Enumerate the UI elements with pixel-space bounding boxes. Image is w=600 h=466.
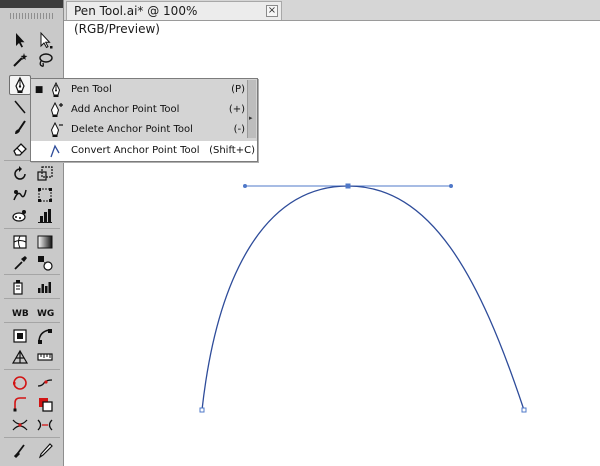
menu-item-add-anchor-point-tool[interactable]: Add Anchor Point Tool (+) — [31, 100, 247, 120]
reshape-tool-icon[interactable] — [9, 394, 31, 414]
menu-item-delete-anchor-point-tool[interactable]: Delete Anchor Point Tool (-) — [31, 120, 247, 140]
selected-marker: ■ — [34, 85, 44, 95]
anchor-point-start[interactable] — [199, 407, 205, 413]
bezier-path[interactable] — [201, 185, 525, 411]
menu-item-convert-anchor-point-tool[interactable]: Convert Anchor Point Tool (Shift+C) — [31, 141, 257, 161]
tools-panel: WB WG — [0, 0, 64, 466]
scissors-tool-icon[interactable] — [9, 441, 31, 461]
tools-panel-header[interactable] — [0, 0, 63, 8]
blend-tool-icon[interactable] — [34, 253, 56, 273]
document-tab[interactable]: Pen Tool.ai* @ 100% (RGB/Preview) × — [66, 1, 282, 36]
menu-item-label: Convert Anchor Point Tool — [71, 145, 200, 156]
pen-tool-flyout-menu: ■ Pen Tool (P) Add Anchor Point Tool (+)… — [30, 78, 258, 162]
svg-text:WG: WG — [37, 309, 54, 319]
convert-anchor-point-icon — [50, 144, 60, 158]
menu-item-label: Add Anchor Point Tool — [71, 104, 180, 115]
menu-item-shortcut: (+) — [228, 104, 245, 115]
line-tool-icon[interactable] — [9, 97, 31, 117]
tools-separator — [4, 274, 60, 275]
rotate-tool-icon[interactable] — [9, 164, 31, 184]
menu-item-label: Pen Tool — [71, 84, 112, 95]
tools-separator — [4, 369, 60, 370]
anchor-point-apex[interactable] — [345, 183, 351, 189]
graph-tool-icon[interactable] — [34, 206, 56, 226]
svg-text:WB: WB — [12, 309, 29, 319]
selection-tool-icon[interactable] — [9, 30, 31, 50]
tools-panel-grip[interactable] — [10, 13, 54, 19]
add-anchor-point-icon — [50, 102, 63, 117]
pen-tool-icon[interactable] — [9, 75, 31, 95]
handle-point-left[interactable] — [243, 184, 247, 188]
menu-item-pen-tool[interactable]: ■ Pen Tool (P) — [31, 80, 247, 100]
menu-item-shortcut: (P) — [231, 84, 245, 95]
free-transform-tool-icon[interactable] — [34, 185, 56, 205]
anchor-point-end[interactable] — [521, 407, 527, 413]
direct-selection-tool-icon[interactable] — [34, 30, 56, 50]
menu-item-shortcut: (Shift+C) — [209, 145, 255, 156]
shape-builder-tool-icon[interactable] — [9, 373, 31, 393]
tools-separator — [4, 437, 60, 438]
symbol-sprayer-tool-icon[interactable] — [9, 206, 31, 226]
tools-separator — [4, 298, 60, 299]
width-blob-tool-icon[interactable]: WB — [9, 302, 31, 322]
tearoff-bar[interactable]: ▸ — [247, 80, 256, 138]
measure-tool-icon[interactable] — [34, 347, 56, 367]
join-tool-icon[interactable] — [9, 415, 31, 435]
eraser-tool-icon[interactable] — [9, 139, 31, 159]
width-graph-tool-icon[interactable]: WG — [34, 302, 56, 322]
menu-item-label: Delete Anchor Point Tool — [71, 124, 193, 135]
delete-anchor-point-icon — [50, 122, 63, 137]
tools-separator — [4, 322, 60, 323]
slice-tool-icon[interactable] — [34, 326, 56, 346]
lasso-tool-icon[interactable] — [34, 50, 56, 70]
close-icon[interactable]: × — [266, 5, 278, 17]
mesh-tool-icon[interactable] — [9, 232, 31, 252]
eyedropper-tool-icon[interactable] — [9, 253, 31, 273]
magic-wand-tool-icon[interactable] — [9, 50, 31, 70]
chevron-right-icon: ▸ — [249, 114, 253, 122]
menu-item-shortcut: (-) — [233, 124, 245, 135]
paintbrush-tool-icon[interactable] — [9, 118, 31, 138]
width-tool-icon[interactable] — [34, 373, 56, 393]
split-tool-icon[interactable] — [34, 415, 56, 435]
pen-icon — [51, 82, 61, 97]
scale-tool-icon[interactable] — [34, 164, 56, 184]
fill-stroke-tool-icon[interactable] — [34, 394, 56, 414]
warp-tool-icon[interactable] — [9, 185, 31, 205]
column-graph-tool-icon[interactable] — [34, 277, 56, 297]
handle-point-right[interactable] — [449, 184, 453, 188]
live-paint-bucket-tool-icon[interactable] — [9, 277, 31, 297]
perspective-grid-tool-icon[interactable] — [9, 347, 31, 367]
tools-separator — [4, 228, 60, 229]
document-tab-bar: Pen Tool.ai* @ 100% (RGB/Preview) × — [0, 0, 600, 36]
artboard-tool-icon[interactable] — [9, 326, 31, 346]
knife-tool-icon[interactable] — [34, 441, 56, 461]
gradient-tool-icon[interactable] — [34, 232, 56, 252]
